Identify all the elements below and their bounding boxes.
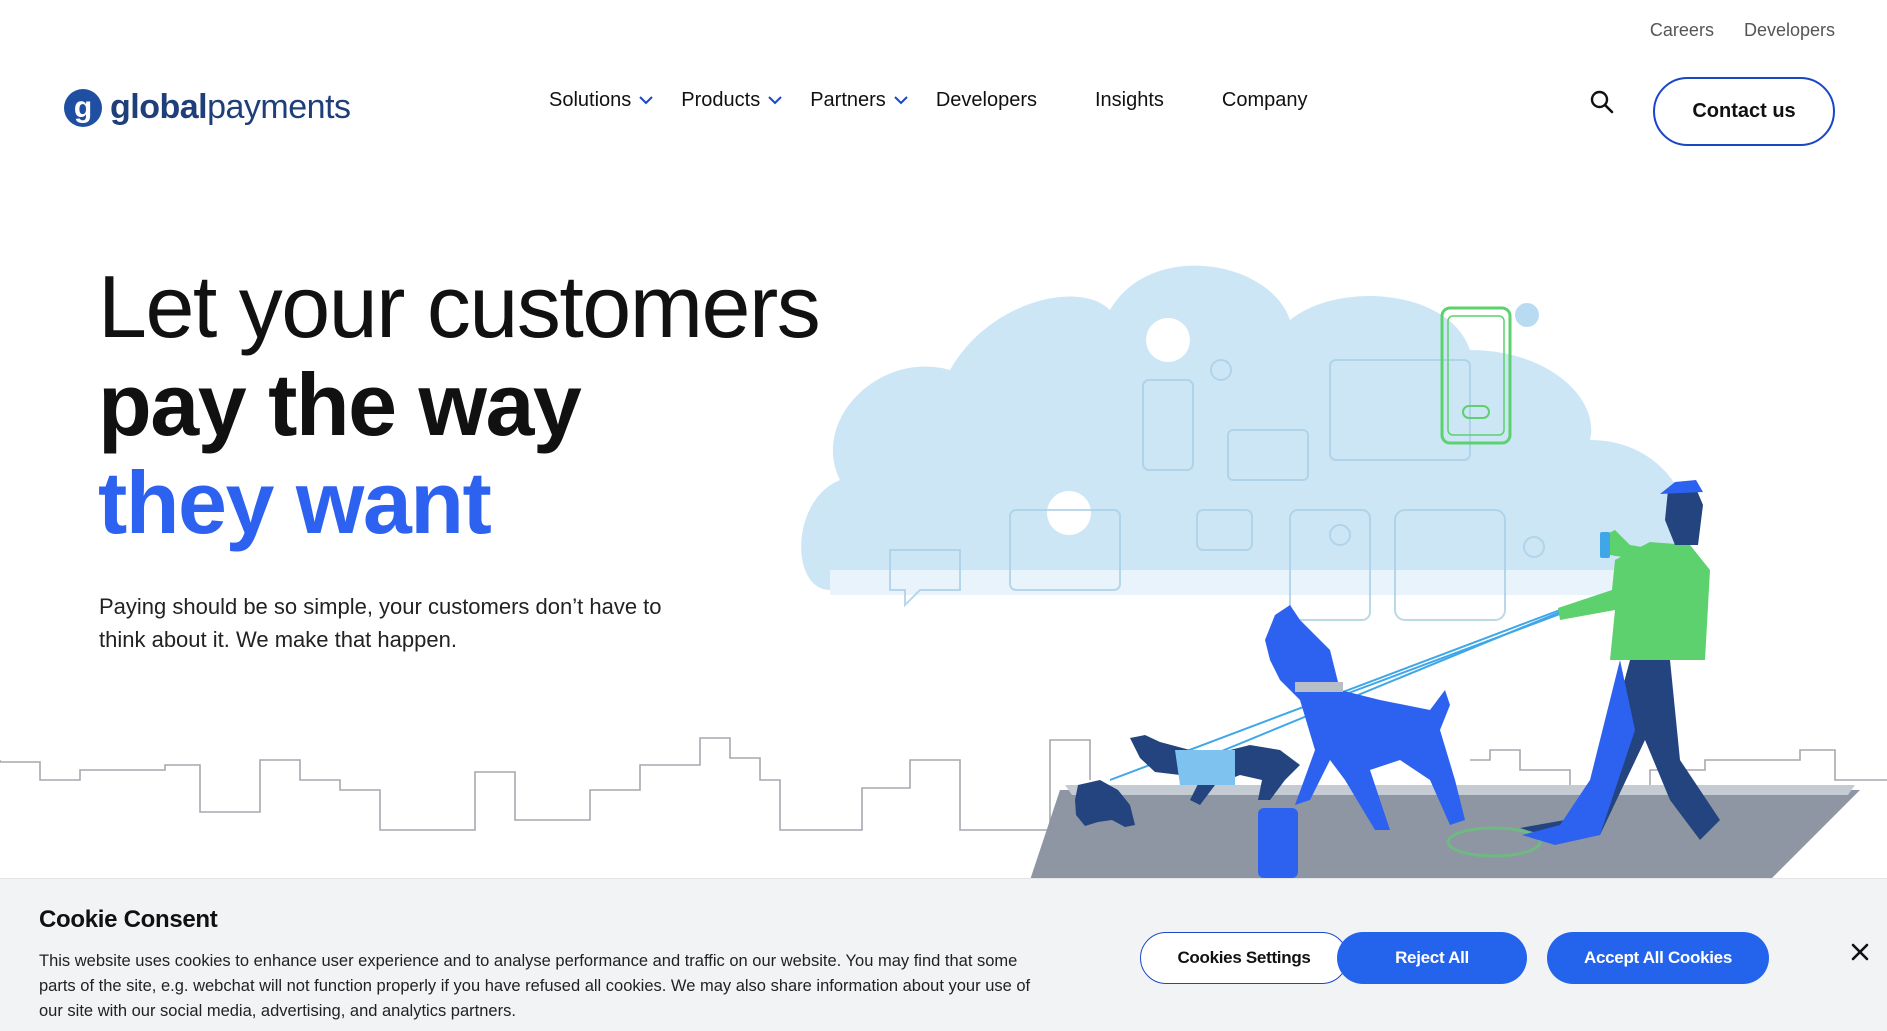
reject-all-button[interactable]: Reject All xyxy=(1337,932,1527,984)
nav-company[interactable]: Company xyxy=(1222,89,1308,112)
hero-headline: Let your customers pay the way they want xyxy=(98,257,821,552)
developers-utility-link[interactable]: Developers xyxy=(1744,20,1835,41)
chevron-down-icon xyxy=(894,96,908,105)
chevron-down-icon xyxy=(639,96,653,105)
logo-mark-icon: g xyxy=(64,88,102,127)
utility-links: Careers Developers xyxy=(1650,20,1835,41)
person-phone xyxy=(1600,532,1610,558)
hero-line-3: they want xyxy=(98,453,492,552)
hero-line-1: Let your customers xyxy=(98,257,821,356)
cookies-settings-button[interactable]: Cookies Settings xyxy=(1140,932,1348,984)
hero-line-2: pay the way xyxy=(98,355,582,454)
accept-all-cookies-button[interactable]: Accept All Cookies xyxy=(1547,932,1769,984)
close-icon[interactable] xyxy=(1847,939,1873,965)
global-payments-logo[interactable]: g globalpayments xyxy=(64,88,351,127)
cloud-band xyxy=(830,570,1660,595)
cloud-dot-large xyxy=(1146,318,1190,362)
cookie-title: Cookie Consent xyxy=(39,906,218,933)
cloud-dot-small xyxy=(1515,303,1539,327)
nav-solutions-label: Solutions xyxy=(549,89,632,111)
cloud-dot-medium xyxy=(1047,491,1091,535)
cloud-shape xyxy=(801,265,1691,590)
chevron-down-icon xyxy=(768,96,782,105)
nav-solutions[interactable]: Solutions xyxy=(549,89,653,112)
large-dog-collar xyxy=(1295,682,1343,692)
logo-wordmark: globalpayments xyxy=(110,88,351,127)
main-navigation: Solutions Products Partners Developers I… xyxy=(549,89,1308,112)
hero-subtitle: Paying should be so simple, your custome… xyxy=(99,594,662,652)
search-icon[interactable] xyxy=(1589,89,1615,115)
medium-dog-coat xyxy=(1175,750,1235,785)
careers-link[interactable]: Careers xyxy=(1650,20,1714,41)
nav-insights[interactable]: Insights xyxy=(1095,89,1164,112)
nav-partners-label: Partners xyxy=(810,89,886,111)
nav-products-label: Products xyxy=(681,89,761,111)
cookie-description: This website uses cookies to enhance use… xyxy=(39,952,1031,1020)
city-skyline xyxy=(0,737,1091,831)
nav-partners[interactable]: Partners xyxy=(810,89,908,112)
cookie-consent-banner: Cookie Consent This website uses cookies… xyxy=(0,878,1887,1031)
contact-us-button[interactable]: Contact us xyxy=(1653,77,1835,146)
logo-text-regular: payments xyxy=(207,88,351,126)
street-top xyxy=(1065,785,1855,795)
nav-products[interactable]: Products xyxy=(681,89,782,112)
nav-developers[interactable]: Developers xyxy=(936,89,1037,112)
logo-text-bold: global xyxy=(110,88,208,126)
street-button xyxy=(1258,808,1298,878)
